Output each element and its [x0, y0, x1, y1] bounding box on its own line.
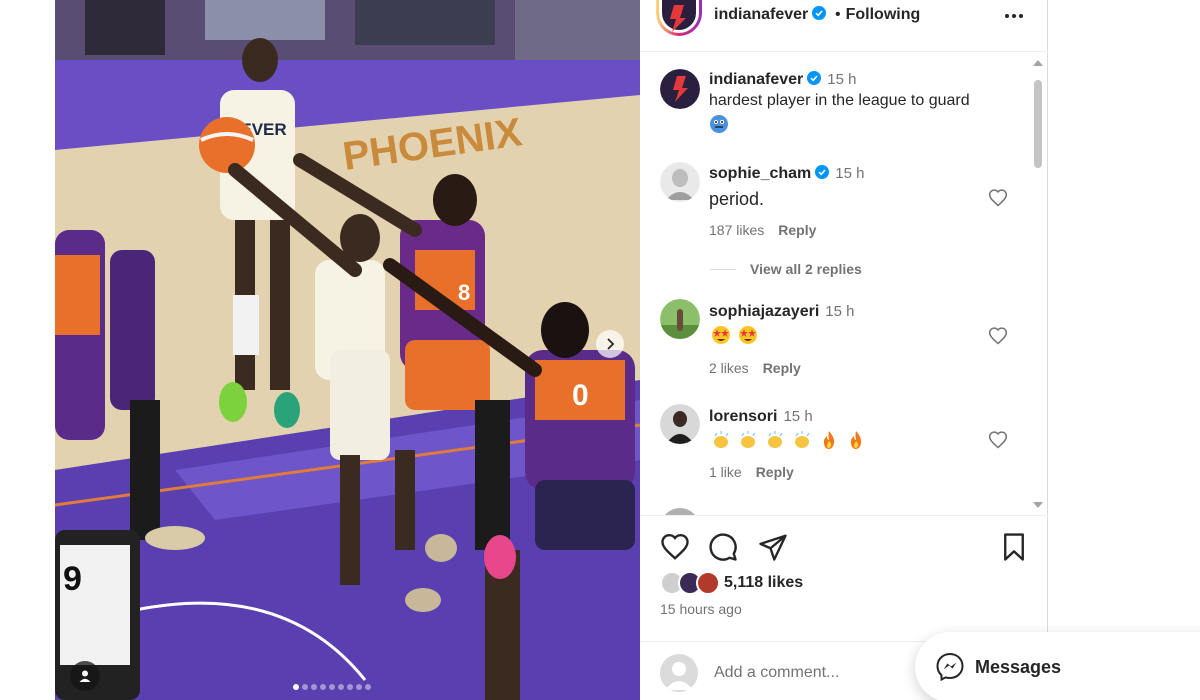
comments-list[interactable]: indianafever 15 h hardest player in the l…: [640, 53, 1048, 515]
carousel-dot: [320, 684, 326, 690]
comment-text: period.: [709, 189, 765, 209]
star-struck-icon: [712, 326, 730, 344]
liker-avatar: [696, 571, 720, 595]
liker-avatars[interactable]: [660, 571, 724, 595]
carousel-dot: [347, 684, 353, 690]
messages-label[interactable]: Messages: [975, 657, 1061, 678]
fire-icon: [823, 431, 835, 449]
svg-text:9: 9: [63, 560, 82, 598]
clap-icon: [741, 431, 756, 448]
likes-count[interactable]: 5,118 likes: [724, 574, 803, 592]
more-options-icon[interactable]: [1002, 4, 1026, 28]
comment-username[interactable]: sophie_cham 15 h: [709, 165, 864, 183]
caption-text: hardest player in the league to guard: [709, 92, 970, 109]
post-username[interactable]: indianafever: [714, 6, 827, 24]
scroll-down-arrow-icon[interactable]: [1032, 500, 1044, 510]
view-replies-button[interactable]: View all 2 replies: [710, 261, 862, 277]
tagged-users-button[interactable]: [70, 661, 100, 691]
likes-summary[interactable]: 5,118 likes: [660, 571, 803, 595]
comment-avatar[interactable]: [660, 508, 700, 515]
verified-badge-icon: [815, 165, 830, 179]
carousel-dot: [329, 684, 335, 690]
like-comment-heart-icon[interactable]: [988, 326, 1008, 346]
clap-icon: [795, 431, 810, 448]
svg-text:0: 0: [572, 379, 589, 412]
comments-scrollbar[interactable]: [1032, 58, 1044, 510]
like-comment-heart-icon[interactable]: [988, 188, 1008, 208]
following-label[interactable]: Following: [846, 6, 921, 23]
verified-badge-icon: [807, 71, 822, 85]
reply-button[interactable]: Reply: [763, 360, 801, 376]
comment-avatar[interactable]: [660, 299, 700, 339]
username-text[interactable]: indianafever: [714, 6, 808, 23]
carousel-next-button[interactable]: [596, 330, 624, 358]
clap-icon: [768, 431, 783, 448]
messages-button[interactable]: Messages: [915, 632, 1200, 700]
fire-icon: [850, 431, 862, 449]
comment-time: 15 h: [783, 408, 813, 425]
user-icon: [79, 670, 91, 682]
profile-avatar[interactable]: [656, 0, 702, 36]
comment-username[interactable]: sophiajazayeri 15 h: [709, 303, 854, 321]
comment-bubble-icon[interactable]: [708, 532, 738, 562]
post-side-panel: indianafever • Following indianafever 15 h…: [640, 0, 1048, 700]
comment-likes[interactable]: 1 like: [709, 464, 742, 480]
comment-meta: 1 like Reply: [709, 464, 794, 480]
face-icon: [710, 115, 728, 133]
comment-avatar[interactable]: [660, 404, 700, 444]
basketball-photo: PHOENIX 9 FEVER 8 0: [55, 0, 640, 700]
carousel-dot: [302, 684, 308, 690]
carousel-dot: [356, 684, 362, 690]
current-user-avatar: [660, 654, 698, 692]
verified-badge-icon: [812, 6, 827, 20]
messenger-icon: [936, 652, 964, 682]
like-heart-icon[interactable]: [660, 532, 690, 562]
chevron-right-icon: [607, 338, 615, 350]
clap-icon: [714, 431, 729, 448]
post-timestamp[interactable]: 15 hours ago: [660, 601, 742, 617]
post-header: indianafever • Following: [640, 0, 1048, 52]
reply-button[interactable]: Reply: [756, 464, 794, 480]
separator-dot: •: [835, 6, 841, 23]
carousel-dot: [311, 684, 317, 690]
carousel-dot: [338, 684, 344, 690]
comment-emojis: [711, 325, 765, 345]
comment-emojis: [711, 430, 873, 450]
carousel-dot: [365, 684, 371, 690]
like-comment-heart-icon[interactable]: [988, 430, 1008, 450]
comment-time: 15 h: [835, 165, 865, 182]
comment-time: 15 h: [825, 303, 855, 320]
save-bookmark-icon[interactable]: [999, 532, 1029, 562]
caption-username[interactable]: indianafever 15 h: [709, 71, 856, 89]
carousel-dot: [293, 684, 299, 690]
comment-likes[interactable]: 2 likes: [709, 360, 749, 376]
scrollbar-thumb[interactable]: [1034, 80, 1042, 168]
caption-avatar[interactable]: [660, 69, 700, 109]
replies-line: [710, 268, 736, 270]
star-struck-icon: [739, 326, 757, 344]
comment-likes[interactable]: 187 likes: [709, 222, 764, 238]
reply-button[interactable]: Reply: [778, 222, 816, 238]
following-button[interactable]: • Following: [835, 6, 920, 24]
carousel-indicator: [293, 684, 371, 690]
comment-meta: 2 likes Reply: [709, 360, 801, 376]
share-paper-plane-icon[interactable]: [758, 532, 788, 562]
comment-avatar[interactable]: [660, 162, 700, 202]
post-actions: [640, 515, 1048, 565]
comment-username[interactable]: lorensori 15 h: [709, 408, 813, 426]
instagram-post-modal: PHOENIX 9 FEVER 8 0 indianafever • Follo…: [0, 0, 1200, 700]
caption-time: 15 h: [827, 71, 857, 88]
svg-text:8: 8: [458, 280, 470, 305]
scroll-up-arrow-icon[interactable]: [1032, 58, 1044, 68]
comment-meta: 187 likes Reply: [709, 222, 816, 238]
post-photo: PHOENIX 9 FEVER 8 0: [55, 0, 640, 700]
